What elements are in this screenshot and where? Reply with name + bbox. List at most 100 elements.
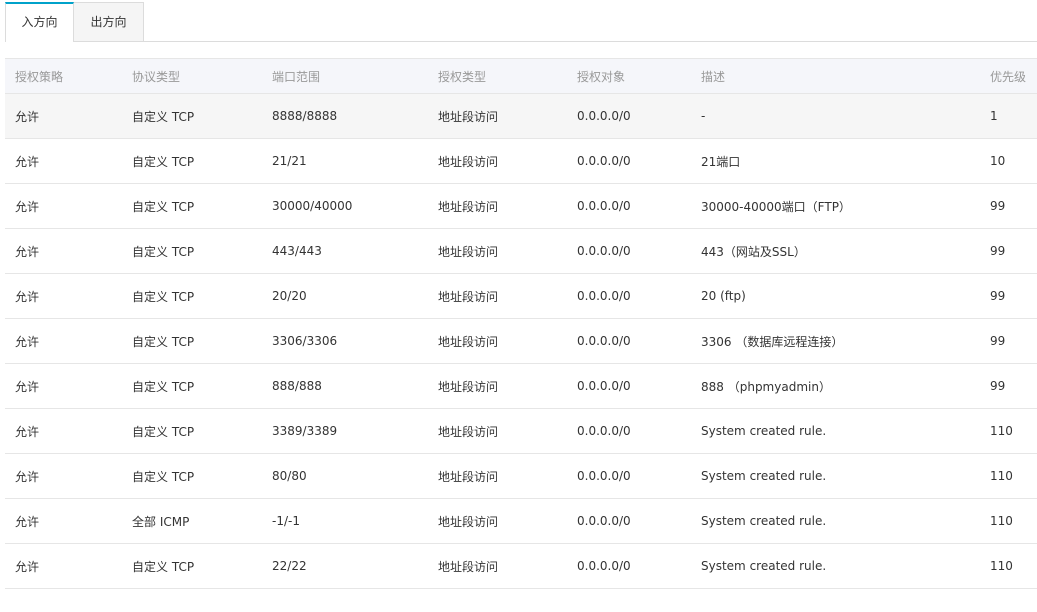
- cell-policy: 允许: [5, 408, 122, 454]
- cell-policy: 允许: [5, 543, 122, 589]
- cell-auth-object: 0.0.0.0/0: [567, 138, 691, 184]
- cell-policy: 允许: [5, 183, 122, 229]
- security-rules-table: 授权策略 协议类型 端口范围 授权类型 授权对象 描述 优先级 允许 自定义 TC…: [5, 58, 1037, 589]
- table-header-row: 授权策略 协议类型 端口范围 授权类型 授权对象 描述 优先级: [5, 58, 1037, 94]
- cell-protocol: 自定义 TCP: [122, 408, 262, 454]
- cell-policy: 允许: [5, 273, 122, 319]
- cell-port-range: 888/888: [262, 363, 428, 409]
- cell-description: 3306 （数据库远程连接）: [691, 318, 980, 364]
- cell-description: System created rule.: [691, 408, 980, 454]
- cell-priority: 99: [980, 273, 1037, 319]
- cell-auth-object: 0.0.0.0/0: [567, 183, 691, 229]
- cell-auth-object: 0.0.0.0/0: [567, 93, 691, 139]
- cell-port-range: 21/21: [262, 138, 428, 184]
- cell-description: 20 (ftp): [691, 273, 980, 319]
- tab-inbound[interactable]: 入方向: [5, 2, 74, 42]
- cell-protocol: 自定义 TCP: [122, 453, 262, 499]
- cell-priority: 99: [980, 228, 1037, 274]
- cell-priority: 1: [980, 93, 1037, 139]
- cell-port-range: 20/20: [262, 273, 428, 319]
- cell-policy: 允许: [5, 453, 122, 499]
- table-row[interactable]: 允许 自定义 TCP 443/443 地址段访问 0.0.0.0/0 443（网站及SSL…: [5, 228, 1037, 274]
- cell-protocol: 自定义 TCP: [122, 228, 262, 274]
- cell-policy: 允许: [5, 138, 122, 184]
- table-row[interactable]: 允许 自定义 TCP 3306/3306 地址段访问 0.0.0.0/0 3306 （数据…: [5, 318, 1037, 364]
- cell-priority: 110: [980, 543, 1037, 589]
- cell-auth-type: 地址段访问: [428, 318, 567, 364]
- cell-policy: 允许: [5, 498, 122, 544]
- cell-auth-object: 0.0.0.0/0: [567, 228, 691, 274]
- cell-protocol: 自定义 TCP: [122, 543, 262, 589]
- header-policy: 授权策略: [5, 58, 122, 94]
- header-description: 描述: [691, 58, 980, 94]
- cell-auth-type: 地址段访问: [428, 408, 567, 454]
- cell-protocol: 自定义 TCP: [122, 318, 262, 364]
- cell-protocol: 自定义 TCP: [122, 363, 262, 409]
- table-header: 授权策略 协议类型 端口范围 授权类型 授权对象 描述 优先级: [5, 58, 1037, 94]
- cell-protocol: 自定义 TCP: [122, 183, 262, 229]
- cell-auth-type: 地址段访问: [428, 363, 567, 409]
- table-body: 允许 自定义 TCP 8888/8888 地址段访问 0.0.0.0/0-1 允许 自定义 …: [5, 93, 1037, 589]
- cell-priority: 99: [980, 183, 1037, 229]
- cell-auth-type: 地址段访问: [428, 543, 567, 589]
- cell-policy: 允许: [5, 363, 122, 409]
- cell-port-range: 443/443: [262, 228, 428, 274]
- table-row[interactable]: 允许 自定义 TCP 8888/8888 地址段访问 0.0.0.0/0-1: [5, 93, 1037, 139]
- cell-priority: 110: [980, 498, 1037, 544]
- cell-priority: 99: [980, 363, 1037, 409]
- cell-description: -: [691, 93, 980, 139]
- cell-policy: 允许: [5, 318, 122, 364]
- cell-auth-type: 地址段访问: [428, 273, 567, 319]
- cell-priority: 110: [980, 453, 1037, 499]
- header-port-range: 端口范围: [262, 58, 428, 94]
- cell-description: 21端口: [691, 138, 980, 184]
- cell-description: System created rule.: [691, 498, 980, 544]
- cell-port-range: 80/80: [262, 453, 428, 499]
- table-row[interactable]: 允许 自定义 TCP 22/22 地址段访问 0.0.0.0/0 System creat…: [5, 543, 1037, 589]
- header-protocol: 协议类型: [122, 58, 262, 94]
- cell-priority: 110: [980, 408, 1037, 454]
- cell-auth-object: 0.0.0.0/0: [567, 318, 691, 364]
- table-row[interactable]: 允许 自定义 TCP 888/888 地址段访问 0.0.0.0/0 888 （phpmy…: [5, 363, 1037, 409]
- cell-auth-object: 0.0.0.0/0: [567, 453, 691, 499]
- table-row[interactable]: 允许 自定义 TCP 3389/3389 地址段访问 0.0.0.0/0 System c…: [5, 408, 1037, 454]
- cell-protocol: 自定义 TCP: [122, 93, 262, 139]
- cell-description: System created rule.: [691, 543, 980, 589]
- cell-auth-type: 地址段访问: [428, 183, 567, 229]
- table-row[interactable]: 允许 自定义 TCP 20/20 地址段访问 0.0.0.0/0 20 (ftp) 99: [5, 273, 1037, 319]
- cell-port-range: 3306/3306: [262, 318, 428, 364]
- cell-port-range: 3389/3389: [262, 408, 428, 454]
- cell-priority: 99: [980, 318, 1037, 364]
- header-auth-object: 授权对象: [567, 58, 691, 94]
- table-row[interactable]: 允许 自定义 TCP 21/21 地址段访问 0.0.0.0/0 21端口 10: [5, 138, 1037, 184]
- direction-tabs: 入方向 出方向: [5, 2, 1037, 42]
- cell-priority: 10: [980, 138, 1037, 184]
- tab-outbound[interactable]: 出方向: [74, 2, 144, 41]
- cell-port-range: 22/22: [262, 543, 428, 589]
- cell-description: 30000-40000端口（FTP）: [691, 183, 980, 229]
- cell-auth-type: 地址段访问: [428, 138, 567, 184]
- cell-protocol: 全部 ICMP: [122, 498, 262, 544]
- cell-auth-object: 0.0.0.0/0: [567, 273, 691, 319]
- table-row[interactable]: 允许 全部 ICMP -1/-1 地址段访问 0.0.0.0/0 System creat…: [5, 498, 1037, 544]
- cell-description: 888 （phpmyadmin）: [691, 363, 980, 409]
- cell-auth-object: 0.0.0.0/0: [567, 498, 691, 544]
- cell-auth-object: 0.0.0.0/0: [567, 408, 691, 454]
- cell-auth-type: 地址段访问: [428, 93, 567, 139]
- cell-port-range: 30000/40000: [262, 183, 428, 229]
- cell-auth-type: 地址段访问: [428, 498, 567, 544]
- header-priority: 优先级: [980, 58, 1037, 94]
- table-row[interactable]: 允许 自定义 TCP 30000/40000 地址段访问 0.0.0.0/0 30000-…: [5, 183, 1037, 229]
- cell-auth-type: 地址段访问: [428, 228, 567, 274]
- cell-protocol: 自定义 TCP: [122, 273, 262, 319]
- cell-description: System created rule.: [691, 453, 980, 499]
- cell-policy: 允许: [5, 228, 122, 274]
- cell-auth-object: 0.0.0.0/0: [567, 543, 691, 589]
- header-auth-type: 授权类型: [428, 58, 567, 94]
- cell-description: 443（网站及SSL）: [691, 228, 980, 274]
- cell-auth-object: 0.0.0.0/0: [567, 363, 691, 409]
- table-row[interactable]: 允许 自定义 TCP 80/80 地址段访问 0.0.0.0/0 System creat…: [5, 453, 1037, 499]
- cell-policy: 允许: [5, 93, 122, 139]
- cell-port-range: -1/-1: [262, 498, 428, 544]
- cell-port-range: 8888/8888: [262, 93, 428, 139]
